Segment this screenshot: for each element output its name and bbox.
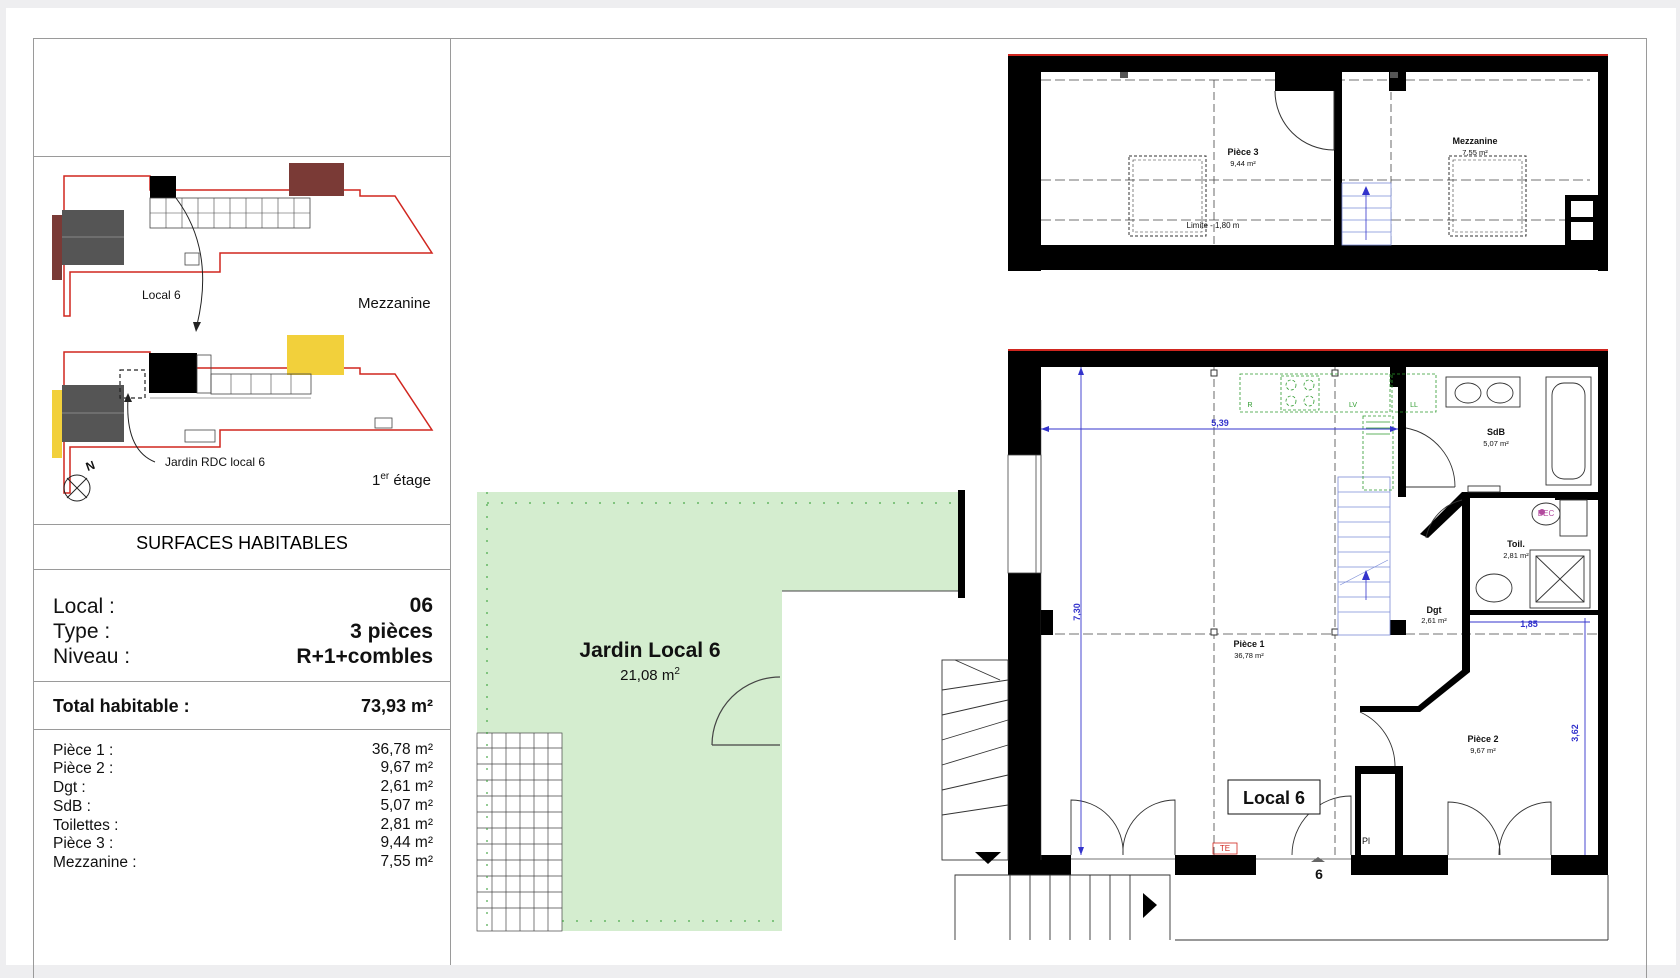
north-arrow-label: N	[84, 458, 97, 474]
mezz-area: 7,55 m²	[1462, 148, 1488, 157]
dgt-area: 2,61 m²	[1421, 616, 1447, 625]
toil-name: Toil.	[1507, 539, 1525, 549]
dgt-name: Dgt	[1427, 605, 1442, 615]
entry-number: 6	[1315, 866, 1323, 882]
mezz-piece3-area: 9,44 m²	[1230, 159, 1256, 168]
fixture-r: R	[1247, 402, 1252, 409]
te-label: TE	[1220, 844, 1230, 853]
keyplan-jardin-label: Jardin RDC local 6	[165, 455, 265, 469]
room-value: 9,67 m²	[380, 759, 433, 776]
type-label: Type :	[53, 620, 111, 643]
room-value: 7,55 m²	[380, 853, 433, 870]
floor-plan-drawing: Local 6 Mezzanine N Jardin RDC local 6 1…	[52, 54, 1609, 941]
niveau-value: R+1+combles	[296, 645, 433, 668]
room-value: 9,44 m²	[380, 834, 433, 851]
mezz-limite-label: Limite - 1,80 m	[1187, 221, 1240, 230]
garden-area-label: 21,08 m2	[620, 666, 680, 684]
mezz-piece3-name: Pièce 3	[1227, 147, 1258, 157]
room-label: Pièce 2 :	[53, 760, 114, 777]
fixture-lv: LV	[1349, 402, 1357, 409]
room-value: 2,81 m²	[380, 816, 433, 833]
keyplan-local-label: Local 6	[142, 288, 181, 302]
toil-area: 2,81 m²	[1503, 551, 1529, 560]
sdb-area: 5,07 m²	[1483, 439, 1509, 448]
surfaces-heading: SURFACES HABITABLES	[136, 533, 348, 553]
total-label: Total habitable :	[53, 696, 190, 716]
type-value: 3 pièces	[350, 620, 433, 643]
mezz-name: Mezzanine	[1452, 136, 1497, 146]
room-label: Toilettes :	[53, 817, 119, 834]
garden-area	[476, 490, 965, 932]
total-value: 73,93 m²	[360, 696, 433, 716]
dim-362: 3,62	[1570, 724, 1580, 742]
room-label: Mezzanine :	[53, 854, 137, 871]
keyplan-etage-label: 1er étage	[372, 471, 431, 489]
bec-label: BEC	[1538, 509, 1555, 518]
room-label: Pièce 3 :	[53, 835, 114, 852]
piece1-name: Pièce 1	[1233, 639, 1264, 649]
mezzanine-plan	[1008, 54, 1608, 271]
main-local-tag: Local 6	[1243, 788, 1305, 808]
fixture-ll: LL	[1410, 402, 1418, 409]
piece1-area: 36,78 m²	[1234, 651, 1264, 660]
sdb-name: SdB	[1487, 427, 1506, 437]
piece2-name: Pièce 2	[1467, 734, 1498, 744]
local-label: Local :	[53, 595, 115, 618]
dim-185: 1,85	[1520, 619, 1538, 629]
keyplan-mezzanine-label: Mezzanine	[358, 295, 431, 312]
piece2-area: 9,67 m²	[1470, 746, 1496, 755]
room-label: SdB :	[53, 798, 91, 815]
room-value: 36,78 m²	[371, 741, 433, 758]
local-value: 06	[409, 594, 433, 617]
room-label: Dgt :	[53, 779, 86, 796]
room-value: 2,61 m²	[380, 778, 433, 795]
dim-width: 5,39	[1211, 418, 1229, 428]
niveau-label: Niveau :	[53, 645, 131, 668]
dim-height: 7,30	[1072, 603, 1082, 621]
garden-title: Jardin Local 6	[579, 639, 720, 662]
room-label: Pièce 1 :	[53, 742, 114, 759]
room-value: 5,07 m²	[380, 797, 433, 814]
pl-label: Pl	[1362, 836, 1370, 846]
